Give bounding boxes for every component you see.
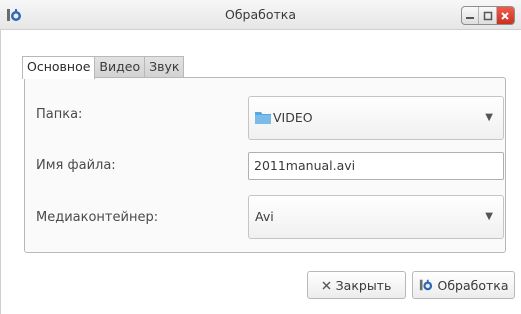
dropdown-arrow-icon: ▼ bbox=[485, 112, 493, 123]
close-button[interactable]: Закрыть bbox=[307, 271, 406, 299]
container-label: Медиаконтейнер: bbox=[36, 210, 159, 225]
close-window-button[interactable] bbox=[496, 7, 514, 24]
close-icon bbox=[501, 11, 510, 20]
filename-input[interactable] bbox=[254, 158, 494, 173]
folder-value: VIDEO bbox=[273, 110, 313, 125]
maximize-button[interactable] bbox=[479, 7, 497, 24]
minimize-icon bbox=[466, 16, 475, 19]
filename-label: Имя файла: bbox=[36, 158, 116, 173]
minimize-button[interactable] bbox=[462, 7, 480, 24]
process-button[interactable]: Обработка bbox=[412, 271, 515, 299]
folder-label: Папка: bbox=[36, 107, 83, 122]
window-controls bbox=[461, 6, 515, 25]
app-process-icon bbox=[419, 278, 433, 292]
maximize-icon bbox=[483, 11, 492, 20]
dropdown-arrow-icon: ▼ bbox=[485, 211, 493, 222]
folder-combobox[interactable]: VIDEO ▼ bbox=[248, 96, 504, 140]
container-value: Avi bbox=[255, 209, 274, 224]
tab-bar: Основное Видео Звук bbox=[22, 56, 185, 79]
title-bar: Обработка bbox=[0, 0, 521, 30]
window-border bbox=[0, 30, 1, 314]
folder-icon bbox=[255, 111, 271, 124]
process-button-label: Обработка bbox=[437, 277, 509, 293]
close-button-label: Закрыть bbox=[335, 277, 392, 293]
container-combobox[interactable]: Avi ▼ bbox=[248, 195, 504, 239]
filename-field[interactable] bbox=[248, 152, 504, 180]
tab-general[interactable]: Основное bbox=[22, 56, 96, 79]
close-x-icon bbox=[322, 281, 331, 290]
window-title: Обработка bbox=[225, 7, 296, 22]
tab-video[interactable]: Видео bbox=[94, 56, 146, 78]
tab-audio[interactable]: Звук bbox=[144, 56, 185, 78]
